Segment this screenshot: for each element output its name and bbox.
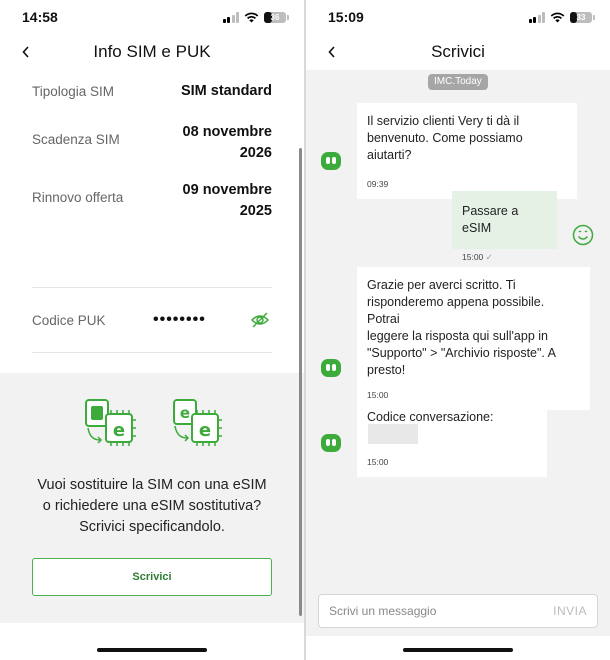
status-time: 15:09 <box>328 9 364 25</box>
send-button[interactable]: INVIA <box>553 604 587 618</box>
back-button[interactable] <box>320 40 344 64</box>
write-us-button[interactable]: Scrivici <box>32 558 272 596</box>
status-bar: 15:09 33 <box>306 0 610 34</box>
outgoing-message-bubble: Passare a eSIM 15:00 ✓ <box>452 191 557 262</box>
message-time: 15:00 <box>367 457 389 467</box>
status-icons: 36 <box>222 11 289 23</box>
puk-label: Codice PUK <box>32 313 106 328</box>
nav-bar: Info SIM e PUK <box>0 34 304 70</box>
esim-promo-text: Vuoi sostituire la SIM con una eSIM o ri… <box>37 477 267 535</box>
provider-tag: IMC.Today <box>428 74 488 90</box>
status-bar: 14:58 36 <box>0 0 304 34</box>
divider <box>32 352 272 353</box>
divider <box>32 287 272 288</box>
redacted-code <box>368 424 418 444</box>
bot-avatar-icon <box>321 152 341 170</box>
renewal-value: 09 novembre 2025 <box>182 182 272 219</box>
chevron-left-icon <box>328 46 335 58</box>
message-bubble: Codice conversazione: 15:00 <box>357 399 547 477</box>
sim-expiry-label: Scadenza SIM <box>32 132 120 147</box>
home-indicator[interactable] <box>97 648 207 652</box>
sim-expiry-row: Scadenza SIM 08 novembre 2026 <box>32 122 272 164</box>
sim-type-value: SIM standard <box>180 83 272 99</box>
eye-off-icon[interactable] <box>250 310 270 330</box>
puk-value: •••••••• <box>153 311 206 328</box>
page-title: Scrivici <box>431 42 485 61</box>
sim-expiry-value: 08 novembre 2026 <box>182 124 272 161</box>
esim-replace-icon: e e <box>173 399 222 446</box>
message-time: 15:00 ✓ <box>462 252 493 262</box>
signal-icon <box>528 11 545 23</box>
sim-type-label: Tipologia SIM <box>32 84 115 99</box>
sim-to-esim-icon: e <box>85 399 136 446</box>
smiley-icon[interactable] <box>572 224 594 246</box>
message-input[interactable] <box>329 604 529 618</box>
message-bubble: Il servizio clienti Very ti dà il benven… <box>357 103 577 199</box>
svg-text:e: e <box>113 420 125 441</box>
renewal-label: Rinnovo offerta <box>32 190 124 205</box>
status-time: 14:58 <box>22 9 58 25</box>
wifi-icon <box>244 12 259 22</box>
battery-icon: 36 <box>264 11 289 23</box>
message-composer: INVIA <box>318 594 598 628</box>
signal-icon <box>222 11 239 23</box>
status-icons: 33 <box>528 11 595 23</box>
page-title: Info SIM e PUK <box>93 42 211 61</box>
chevron-left-icon <box>22 46 29 58</box>
scrollbar[interactable] <box>299 148 302 616</box>
bot-avatar-icon <box>321 434 341 452</box>
sim-info-screen: 14:58 36 Info SIM e PUK Tipologia SIM SI… <box>0 0 304 660</box>
read-check-icon: ✓ <box>485 252 493 262</box>
message-bubble: Grazie per averci scritto. Ti rispondere… <box>357 267 590 410</box>
svg-text:e: e <box>199 420 211 441</box>
wifi-icon <box>550 12 565 22</box>
battery-icon: 33 <box>570 11 595 23</box>
bot-avatar-icon <box>321 359 341 377</box>
nav-bar: Scrivici <box>306 34 610 70</box>
svg-text:e: e <box>180 404 190 422</box>
chat-screen: 15:09 33 Scrivici IMC.Today Il servizio … <box>306 0 610 660</box>
renewal-row: Rinnovo offerta 09 novembre 2025 <box>32 180 272 222</box>
back-button[interactable] <box>14 40 38 64</box>
home-indicator[interactable] <box>403 648 513 652</box>
bottom-area <box>0 623 304 660</box>
sim-type-row: Tipologia SIM SIM standard <box>32 76 272 102</box>
